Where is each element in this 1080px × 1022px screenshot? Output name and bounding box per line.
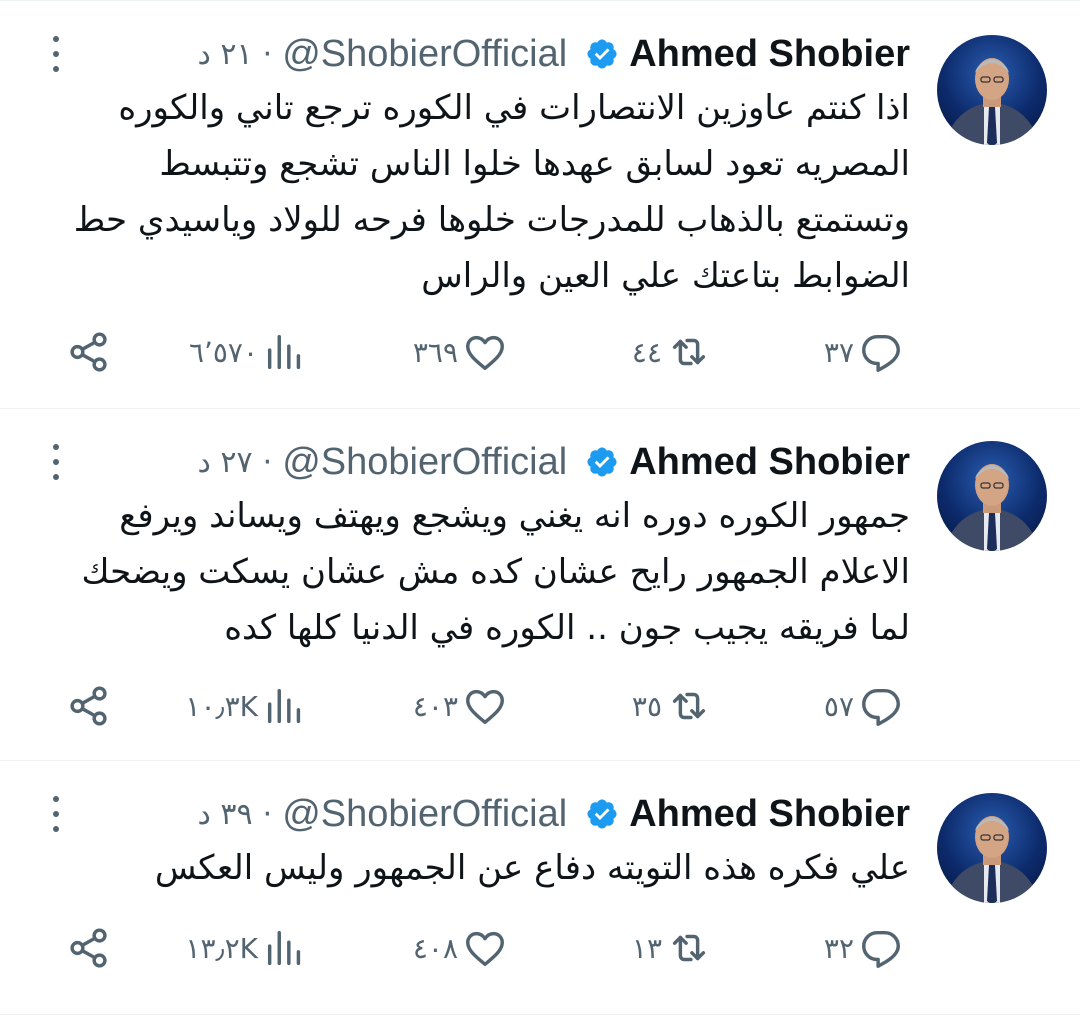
- verified-badge-icon: [585, 37, 619, 71]
- heart-icon: [462, 329, 508, 375]
- tweet-text-line: المصريه تعود لسابق عهدها خلوا الناس تشجع…: [159, 144, 910, 184]
- author-handle[interactable]: @ShobierOfficial: [282, 793, 567, 836]
- more-vertical-icon[interactable]: [44, 444, 68, 480]
- tweet-text-line: وتستمتع بالذهاب للمدرجات خلوها فرحه للول…: [73, 200, 910, 240]
- heart-icon: [462, 683, 508, 729]
- tweet-text: جمهور الكوره دوره انه يغني ويشجع ويهتف و…: [44, 488, 910, 656]
- like-count: ٤٠٨: [412, 931, 458, 965]
- reply-count: ٥٧: [823, 689, 854, 723]
- author-name[interactable]: Ahmed Shobier: [629, 441, 910, 484]
- retweet-icon: [666, 683, 712, 729]
- author-handle[interactable]: @ShobierOfficial: [282, 33, 567, 76]
- tweet-card[interactable]: Ahmed Shobier @ShobierOfficial · ٣٩ د عل…: [0, 760, 1080, 1015]
- tweet-text-line: الاعلام الجمهور رايح عشان كده مش عشان يس…: [81, 552, 910, 592]
- like-button[interactable]: ٤٠٣: [409, 676, 508, 736]
- tweet-card[interactable]: Ahmed Shobier @ShobierOfficial · ٢١ د اذ…: [0, 0, 1080, 409]
- author-name[interactable]: Ahmed Shobier: [629, 33, 910, 76]
- separator-dot: ·: [262, 796, 273, 832]
- retweet-count: ٤٤: [631, 335, 662, 369]
- author-name[interactable]: Ahmed Shobier: [629, 793, 910, 836]
- verified-badge-icon: [585, 797, 619, 831]
- tweet-header: Ahmed Shobier @ShobierOfficial · ٢١ د: [198, 28, 911, 80]
- share-button[interactable]: [66, 322, 112, 382]
- heart-icon: [462, 925, 508, 971]
- tweet-text: اذا كنتم عاوزين الانتصارات في الكوره ترج…: [44, 80, 910, 304]
- tweet-header: Ahmed Shobier @ShobierOfficial · ٣٩ د: [198, 788, 911, 840]
- like-count: ٤٠٣: [412, 689, 458, 723]
- views-button[interactable]: ٦٬٥٧٠: [185, 322, 308, 382]
- views-button[interactable]: ١٣٫٢K: [181, 918, 308, 978]
- views-count: ١٣٫٢K: [185, 931, 258, 965]
- reply-button[interactable]: ٣٧: [820, 322, 904, 382]
- like-button[interactable]: ٣٦٩: [409, 322, 508, 382]
- reply-icon: [858, 683, 904, 729]
- author-handle[interactable]: @ShobierOfficial: [282, 441, 567, 484]
- tweet-text-line: اذا كنتم عاوزين الانتصارات في الكوره ترج…: [118, 88, 910, 128]
- tweet-text: علي فكره هذه التويته دفاع عن الجمهور ولي…: [44, 840, 910, 896]
- retweet-button[interactable]: ٣٥: [628, 676, 712, 736]
- views-count: ١٠٫٣K: [185, 689, 258, 723]
- share-button[interactable]: [66, 918, 112, 978]
- more-vertical-icon[interactable]: [44, 36, 68, 72]
- tweet-actions: ٥٧ ٣٥ ٤٠٣ ١٠٫٣K: [0, 676, 1080, 736]
- separator-dot: ·: [262, 36, 273, 72]
- views-icon: [262, 329, 308, 375]
- like-button[interactable]: ٤٠٨: [409, 918, 508, 978]
- tweet-time[interactable]: ٣٩ د: [198, 797, 253, 832]
- timeline-feed: Ahmed Shobier @ShobierOfficial · ٢١ د اذ…: [0, 0, 1080, 1022]
- like-count: ٣٦٩: [412, 335, 458, 369]
- reply-button[interactable]: ٣٢: [820, 918, 904, 978]
- retweet-button[interactable]: ١٣: [628, 918, 712, 978]
- separator-dot: ·: [262, 444, 273, 480]
- tweet-time[interactable]: ٢١ د: [198, 37, 253, 72]
- avatar[interactable]: [937, 35, 1047, 145]
- tweet-time[interactable]: ٢٧ د: [198, 445, 253, 480]
- avatar-image: [944, 816, 1040, 903]
- share-icon: [66, 683, 112, 729]
- tweet-text-line: علي فكره هذه التويته دفاع عن الجمهور ولي…: [154, 848, 910, 888]
- tweet-actions: ٣٧ ٤٤ ٣٦٩ ٦٬٥٧٠: [0, 322, 1080, 382]
- retweet-count: ٣٥: [631, 689, 662, 723]
- tweet-card[interactable]: Ahmed Shobier @ShobierOfficial · ٢٧ د جم…: [0, 408, 1080, 761]
- retweet-icon: [666, 925, 712, 971]
- share-icon: [66, 329, 112, 375]
- avatar-image: [944, 464, 1040, 551]
- tweet-text-line: جمهور الكوره دوره انه يغني ويشجع ويهتف و…: [119, 496, 910, 536]
- views-button[interactable]: ١٠٫٣K: [181, 676, 308, 736]
- reply-icon: [858, 329, 904, 375]
- more-vertical-icon[interactable]: [44, 796, 68, 832]
- views-count: ٦٬٥٧٠: [188, 335, 258, 369]
- share-icon: [66, 925, 112, 971]
- reply-count: ٣٢: [823, 931, 854, 965]
- avatar-image: [944, 58, 1040, 145]
- views-icon: [262, 683, 308, 729]
- avatar[interactable]: [937, 793, 1047, 903]
- verified-badge-icon: [585, 445, 619, 479]
- reply-icon: [858, 925, 904, 971]
- tweet-text-line: الضوابط بتاعتك علي العين والراس: [421, 256, 910, 296]
- retweet-count: ١٣: [631, 931, 662, 965]
- reply-count: ٣٧: [823, 335, 854, 369]
- tweet-actions: ٣٢ ١٣ ٤٠٨ ١٣٫٢K: [0, 918, 1080, 978]
- share-button[interactable]: [66, 676, 112, 736]
- tweet-text-line: لما فريقه يجيب جون .. الكوره في الدنيا ك…: [224, 608, 910, 648]
- retweet-icon: [666, 329, 712, 375]
- tweet-header: Ahmed Shobier @ShobierOfficial · ٢٧ د: [198, 436, 911, 488]
- views-icon: [262, 925, 308, 971]
- reply-button[interactable]: ٥٧: [820, 676, 904, 736]
- retweet-button[interactable]: ٤٤: [628, 322, 712, 382]
- avatar[interactable]: [937, 441, 1047, 551]
